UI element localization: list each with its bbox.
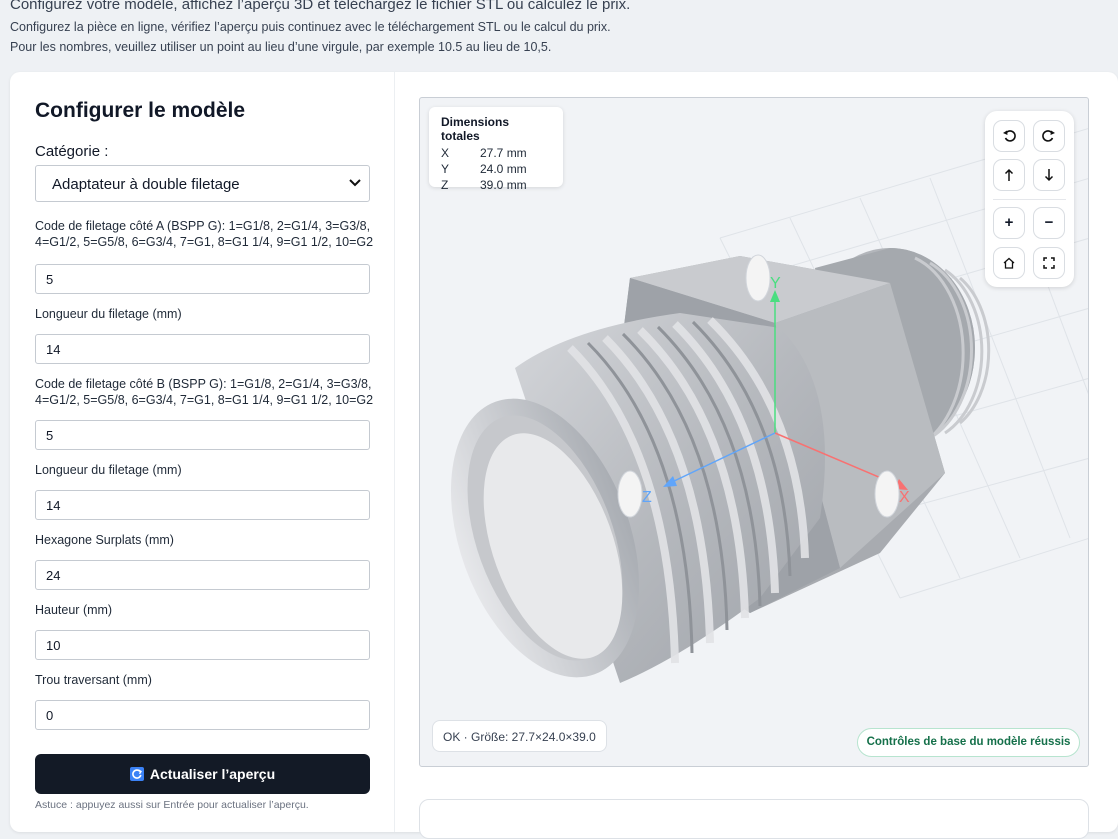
category-label: Catégorie : bbox=[35, 143, 109, 160]
rotate-right-icon bbox=[1042, 130, 1055, 142]
arrow-down-icon bbox=[1044, 169, 1054, 182]
category-select[interactable]: Adaptateur à double filetage bbox=[35, 165, 370, 202]
thread-code-b-label: Code de filetage côté B (BSPP G): 1=G1/8… bbox=[35, 377, 374, 407]
move-up-button[interactable] bbox=[993, 159, 1025, 191]
chevron-down-icon bbox=[349, 179, 361, 187]
enter-hint: Astuce : appuyez aussi sur Entrée pour a… bbox=[35, 799, 309, 811]
zoom-out-button[interactable]: − bbox=[1033, 207, 1065, 239]
axis-label-y: Y bbox=[770, 275, 781, 292]
category-select-value: Adaptateur à double filetage bbox=[52, 176, 240, 193]
hex-flats-input[interactable]: 24 bbox=[35, 560, 370, 590]
height-input[interactable]: 10 bbox=[35, 630, 370, 660]
thread-length-b-label: Longueur du filetage (mm) bbox=[35, 463, 182, 477]
zoom-in-button[interactable]: + bbox=[993, 207, 1025, 239]
home-icon bbox=[1003, 257, 1015, 269]
controls-divider bbox=[993, 199, 1066, 200]
view-controls: + − bbox=[985, 111, 1074, 287]
next-section-card bbox=[419, 799, 1089, 839]
update-preview-button[interactable]: Actualiser l’aperçu bbox=[35, 754, 370, 794]
dimensions-panel: Dimensions totales X 27.7 mm Y 24.0 mm Z 39… bbox=[429, 107, 563, 192]
arrow-up-icon bbox=[1004, 168, 1014, 181]
through-hole-label: Trou traversant (mm) bbox=[35, 673, 152, 687]
dimension-row-x: X 27.7 mm bbox=[441, 146, 527, 160]
fullscreen-button[interactable] bbox=[1033, 247, 1065, 279]
dimension-row-y: Y 24.0 mm bbox=[441, 162, 527, 176]
refresh-icon bbox=[129, 767, 144, 781]
status-readout: OK · Größe: 27.7×24.0×39.0 bbox=[432, 720, 607, 752]
thread-length-b-input[interactable]: 14 bbox=[35, 490, 370, 520]
dimensions-title: Dimensions totales bbox=[441, 115, 510, 143]
config-panel: Configurer le modèle Catégorie : Adaptat… bbox=[10, 72, 395, 832]
intro-line-1: Configurez votre modèle, affichez l’aper… bbox=[10, 0, 631, 13]
home-view-button[interactable] bbox=[993, 247, 1025, 279]
thread-code-a-input[interactable]: 5 bbox=[35, 264, 370, 294]
rotate-right-button[interactable] bbox=[1033, 120, 1065, 152]
move-down-button[interactable] bbox=[1033, 159, 1065, 191]
axis-label-x: X bbox=[899, 489, 910, 506]
intro-line-2: Configurez la pièce en ligne, vérifiez l… bbox=[10, 20, 611, 34]
thread-code-b-input[interactable]: 5 bbox=[35, 420, 370, 450]
height-label: Hauteur (mm) bbox=[35, 603, 113, 617]
axis-label-z: Z bbox=[642, 489, 652, 506]
configurator-card: Configurer le modèle Catégorie : Adaptat… bbox=[10, 72, 1118, 839]
config-title: Configurer le modèle bbox=[35, 99, 246, 122]
update-preview-label: Actualiser l’aperçu bbox=[149, 766, 276, 782]
hex-flats-label: Hexagone Surplats (mm) bbox=[35, 533, 174, 547]
thread-length-a-input[interactable]: 14 bbox=[35, 334, 370, 364]
3d-viewer[interactable]: Y X Z Dimensions totales X 27.7 mm Y 24.0 … bbox=[419, 97, 1089, 767]
through-hole-input[interactable]: 0 bbox=[35, 700, 370, 730]
rotate-left-button[interactable] bbox=[993, 120, 1025, 152]
thread-code-a-label: Code de filetage côté A (BSPP G): 1=G1/8… bbox=[35, 219, 374, 249]
fullscreen-icon bbox=[1043, 257, 1055, 269]
thread-length-a-label: Longueur du filetage (mm) bbox=[35, 307, 182, 321]
checks-passed-badge: Contrôles de base du modèle réussis bbox=[857, 728, 1080, 757]
dimension-row-z: Z 39.0 mm bbox=[441, 178, 527, 192]
intro-line-3: Pour les nombres, veuillez utiliser un p… bbox=[10, 40, 552, 54]
rotate-left-icon bbox=[1003, 130, 1016, 142]
